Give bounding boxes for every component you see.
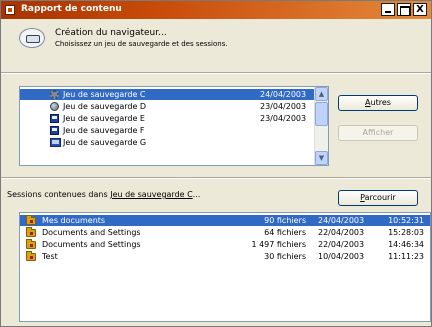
session-file-count: 30 fichiers bbox=[264, 252, 306, 261]
navigator-icon bbox=[19, 28, 45, 48]
session-date: 10/04/2003 bbox=[318, 252, 365, 261]
sessions-list[interactable]: Mes documents 90 fichiers 24/04/2003 10:52:… bbox=[19, 212, 431, 322]
session-row[interactable]: Documents and Settings 64 fichiers 22/04/2… bbox=[20, 227, 430, 238]
session-file-count: 1 497 fichiers bbox=[251, 240, 306, 249]
session-row[interactable]: Mes documents 90 fichiers 24/04/2003 10:52:… bbox=[20, 215, 430, 226]
session-row[interactable]: Test 30 fichiers 10/04/2003 11:11:23 bbox=[20, 251, 430, 262]
backup-list-scrollbar[interactable]: ▲ ▼ bbox=[314, 87, 328, 165]
gear-icon bbox=[50, 90, 59, 99]
close-button[interactable]: X bbox=[413, 3, 427, 16]
backup-set-date: 23/04/2003 bbox=[260, 114, 307, 123]
folder-icon bbox=[26, 227, 36, 237]
network-icon bbox=[50, 102, 59, 111]
scroll-up-button[interactable]: ▲ bbox=[315, 87, 328, 101]
divider bbox=[1, 72, 431, 74]
afficher-button[interactable]: Afficher bbox=[338, 125, 418, 141]
minimize-button[interactable] bbox=[381, 3, 395, 16]
title-bar[interactable]: Rapport de contenu X bbox=[1, 1, 431, 19]
session-time: 15:28:03 bbox=[388, 228, 424, 237]
folder-icon bbox=[26, 239, 36, 249]
app-icon bbox=[5, 5, 15, 15]
session-name: Mes documents bbox=[42, 216, 106, 225]
disk-icon bbox=[50, 114, 59, 123]
session-name: Documents and Settings bbox=[42, 228, 141, 237]
scroll-thumb[interactable] bbox=[315, 102, 328, 126]
backup-set-name: Jeu de sauvegarde F bbox=[63, 126, 145, 135]
session-date: 22/04/2003 bbox=[318, 228, 365, 237]
session-time: 14:46:34 bbox=[388, 240, 424, 249]
session-time: 11:11:23 bbox=[388, 252, 424, 261]
session-row[interactable]: Documents and Settings 1 497 fichiers 22/0… bbox=[20, 239, 430, 250]
backup-set-date: 24/04/2003 bbox=[260, 90, 307, 99]
backup-set-name: Jeu de sauvegarde E bbox=[63, 114, 145, 123]
backup-set-date: 23/04/2003 bbox=[260, 102, 307, 111]
backup-set-list[interactable]: Jeu de sauvegarde G Jeu de sauvegarde F Je… bbox=[19, 86, 329, 166]
backup-set-row[interactable]: Jeu de sauvegarde D 23/04/2003 bbox=[20, 101, 314, 112]
session-time: 10:52:31 bbox=[388, 216, 424, 225]
backup-set-name: Jeu de sauvegarde D bbox=[63, 102, 147, 111]
backup-set-name: Jeu de sauvegarde C bbox=[63, 90, 146, 99]
window-title: Rapport de contenu bbox=[21, 4, 122, 14]
backup-set-row[interactable]: Jeu de sauvegarde E 23/04/2003 bbox=[20, 113, 314, 124]
session-name: Documents and Settings bbox=[42, 240, 141, 249]
computer-icon bbox=[50, 138, 61, 147]
backup-set-name: Jeu de sauvegarde G bbox=[63, 138, 147, 147]
session-file-count: 90 fichiers bbox=[264, 216, 306, 225]
backup-set-row[interactable]: Jeu de sauvegarde F bbox=[20, 125, 314, 136]
backup-set-link[interactable]: Jeu de sauvegarde C bbox=[110, 190, 193, 199]
rapport-de-contenu-window: Rapport de contenu X Création du navigat… bbox=[0, 0, 432, 327]
scroll-down-button[interactable]: ▼ bbox=[315, 151, 328, 165]
session-name: Test bbox=[42, 252, 58, 261]
session-date: 22/04/2003 bbox=[318, 240, 365, 249]
backup-set-row[interactable]: Jeu de sauvegarde G bbox=[20, 137, 314, 148]
parcourir-button[interactable]: Parcourir bbox=[338, 190, 418, 206]
session-file-count: 64 fichiers bbox=[264, 228, 306, 237]
folder-icon bbox=[26, 215, 36, 225]
disk-icon bbox=[50, 126, 59, 135]
backup-set-row[interactable]: Jeu de sauvegarde C 24/04/2003 bbox=[20, 89, 314, 100]
sessions-label: Sessions contenues dans Jeu de sauvegard… bbox=[7, 190, 201, 199]
divider bbox=[1, 177, 431, 179]
session-date: 24/04/2003 bbox=[318, 216, 365, 225]
header-title: Création du navigateur... bbox=[55, 28, 167, 38]
maximize-button[interactable] bbox=[397, 3, 411, 16]
folder-icon bbox=[26, 251, 36, 261]
header-subtitle: Choisissez un jeu de sauvegarde et des s… bbox=[55, 40, 228, 48]
autres-button[interactable]: Autres bbox=[338, 95, 418, 111]
